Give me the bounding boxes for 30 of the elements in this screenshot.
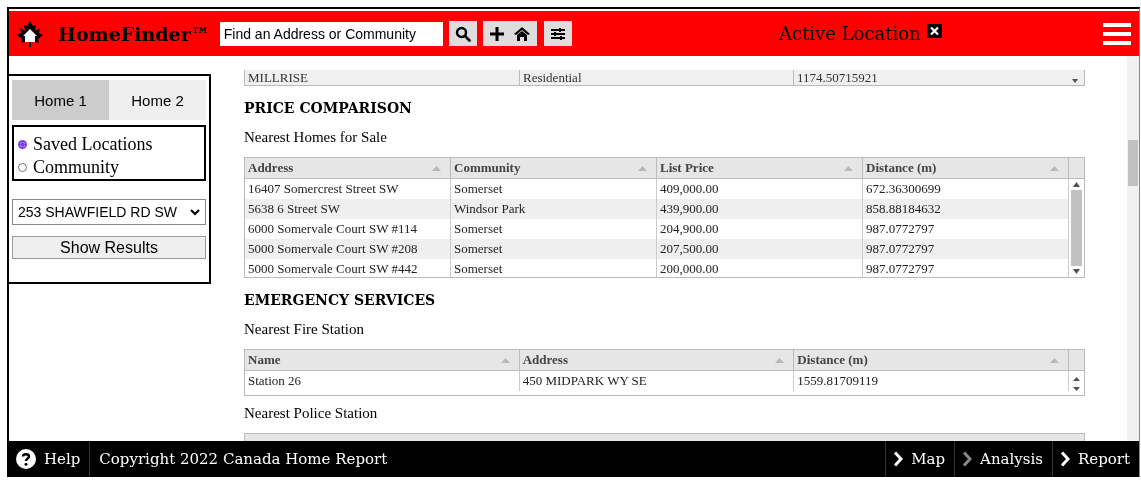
- column-header[interactable]: Name: [245, 350, 520, 370]
- table-cell: 5000 Somervale Court SW #442: [245, 259, 451, 277]
- show-results-button[interactable]: Show Results: [12, 236, 206, 259]
- table-cell: Station 26: [245, 371, 520, 391]
- column-header[interactable]: Address: [519, 350, 795, 370]
- table-cell: 1174.50715921: [793, 70, 1067, 85]
- radio-label[interactable]: Community: [33, 157, 119, 178]
- column-header[interactable]: List Price: [657, 158, 863, 178]
- copyright-text: Copyright 2022 Canada Home Report: [98, 450, 388, 468]
- table-cell: 200,000.00: [657, 259, 863, 277]
- table-caption: Nearest Fire Station: [244, 321, 365, 339]
- search-field[interactable]: Find an Address or Community: [219, 21, 443, 46]
- column-header[interactable]: Distance (m): [863, 158, 1069, 178]
- tab[interactable]: Home 1: [12, 80, 109, 120]
- section-title: EMERGENCY SERVICES: [244, 292, 437, 310]
- column-header[interactable]: Address: [245, 158, 451, 178]
- table-cell: 450 MIDPARK WY SE: [519, 371, 795, 391]
- column-header[interactable]: Community: [451, 158, 657, 178]
- table-cell: Somerset: [451, 259, 657, 277]
- table-cell: Residential: [519, 70, 793, 85]
- table-cell-text: MILLRISE: [247, 70, 309, 85]
- address-select[interactable]: 253 SHAWFIELD RD SW: [12, 199, 206, 225]
- section-title: PRICE COMPARISON: [244, 100, 413, 118]
- table-caption: Nearest Police Station: [244, 405, 379, 423]
- tab[interactable]: Home 2: [109, 80, 206, 120]
- active-location-label: Active Location: [779, 23, 921, 44]
- table-caption: Nearest Homes for Sale: [244, 129, 388, 147]
- radio-label[interactable]: Saved Locations: [33, 134, 153, 155]
- column-header[interactable]: Distance (m): [794, 350, 1069, 370]
- app-title: HomeFinder™: [58, 22, 210, 45]
